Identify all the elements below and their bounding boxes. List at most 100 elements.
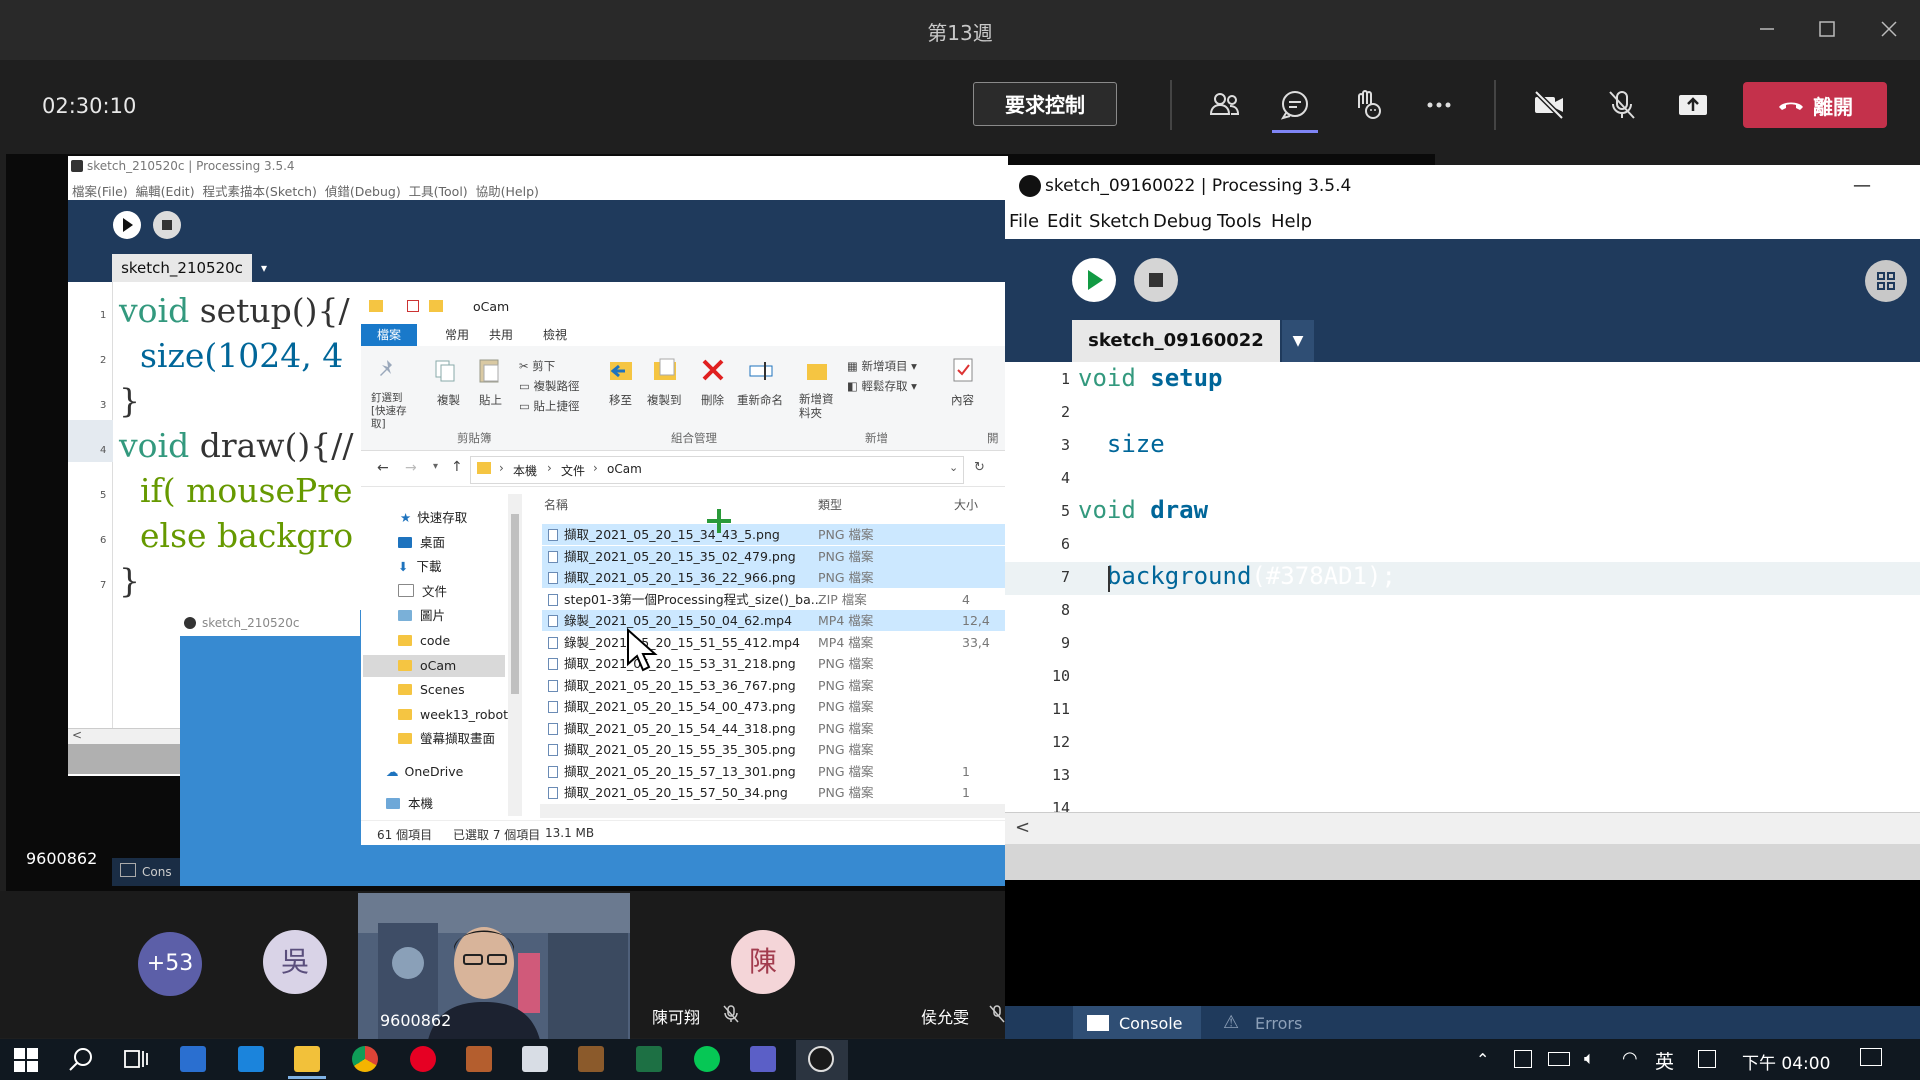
app-icon[interactable] [466,1046,492,1072]
leave-button[interactable]: 離開 [1743,82,1887,128]
taskbar-clock[interactable]: 下午 04:00 [1742,1049,1830,1074]
run-icon[interactable] [112,210,142,240]
errors-tab[interactable]: ⚠ Errors [1211,1006,1331,1039]
file-row[interactable]: 擷取_2021_05_20_15_54_00_473.png PNG 檔案 [542,696,1007,717]
chrome-icon[interactable] [352,1046,378,1072]
file-row[interactable]: 擷取_2021_05_20_15_54_44_318.png PNG 檔案 [542,718,1007,739]
pinterest-icon[interactable] [410,1046,436,1072]
file-row[interactable]: 擷取_2021_05_20_15_53_36_767.png PNG 檔案 [542,675,1007,696]
java-mode-icon[interactable] [1864,259,1908,303]
ime-mode-icon[interactable] [1698,1050,1716,1068]
maximize-icon[interactable] [1812,14,1842,44]
ime-language-indicator[interactable]: 英 [1655,1047,1674,1074]
file-row[interactable]: 擷取_2021_05_20_15_34_43_5.png PNG 檔案 [542,524,1007,545]
participant-avatar[interactable]: 吳 [263,930,327,994]
teams-icon[interactable] [750,1046,776,1072]
file-row[interactable]: 擷取_2021_05_20_15_35_02_479.png PNG 檔案 [542,545,1007,567]
nav-quick-access[interactable]: ★ 快速存取 [400,507,467,529]
line-icon[interactable] [694,1046,720,1072]
forward-icon[interactable]: → [405,460,417,476]
reactions-icon[interactable] [1348,86,1386,124]
address-dropdown-icon[interactable]: ⌄ [949,461,958,474]
easy-access-button[interactable]: ◧ 輕鬆存取 ▾ [847,378,917,394]
app-icon[interactable] [522,1046,548,1072]
shared-console-tab[interactable]: Cons [112,858,190,886]
game-icon[interactable] [578,1046,604,1072]
menu-debug[interactable]: Debug [1153,211,1212,232]
file-row[interactable]: 擷取_2021_05_20_15_57_13_301.png PNG 檔案 1 [542,761,1007,782]
recent-locations-icon[interactable]: ▾ [433,461,438,472]
properties-icon[interactable] [951,356,975,384]
ribbon-tab-share[interactable]: 共用 [489,326,513,343]
task-view-icon[interactable] [122,1047,148,1071]
refresh-icon[interactable]: ↻ [974,460,985,475]
nav-this-pc[interactable]: 本機 [386,793,433,815]
nav-downloads[interactable]: ⬇ 下載 [398,556,442,578]
nav-onedrive[interactable]: ☁ OneDrive [386,761,463,783]
file-row[interactable]: 擷取_2021_05_20_15_55_35_305.png PNG 檔案 [542,739,1007,760]
new-folder-icon[interactable] [429,300,443,312]
breadcrumb-item[interactable]: oCam [607,462,642,476]
mic-off-icon[interactable] [1603,86,1641,124]
local-sketch-tab[interactable]: sketch_09160022 [1072,320,1280,362]
menu-file[interactable]: File [1009,211,1039,232]
file-list-horizontal-scrollbar[interactable] [540,804,1007,818]
more-icon[interactable] [1420,86,1458,124]
breadcrumb-item[interactable]: 本機 [513,462,537,479]
paste-icon[interactable] [477,356,501,384]
participant-avatar[interactable]: 陳 [731,930,795,994]
more-participants-badge[interactable]: +53 [138,932,202,996]
volume-icon[interactable]: 🔈︎ [1584,1048,1595,1069]
column-header-name[interactable]: 名稱 [544,496,568,513]
run-icon[interactable] [1071,257,1117,303]
processing-icon[interactable] [808,1046,834,1072]
file-row[interactable]: step01-3第一個Processing程式_size()_ba... ZIP … [542,589,1007,610]
device-icon[interactable] [1514,1050,1532,1068]
chat-icon[interactable] [1276,86,1314,124]
copy-path-button[interactable]: ▭ 複製路徑 [519,378,580,394]
rename-icon[interactable] [747,356,775,384]
nav-week13-robot[interactable]: week13_robot [398,704,508,726]
camera-off-icon[interactable] [1530,86,1568,124]
show-hidden-icons[interactable]: ⌃ [1476,1050,1489,1069]
battery-icon[interactable] [1548,1052,1570,1066]
menu-tools[interactable]: Tools [1217,211,1261,232]
nav-code[interactable]: code [398,630,450,652]
paste-shortcut-button[interactable]: ▭ 貼上捷徑 [519,398,580,414]
nav-scrollbar[interactable] [508,494,522,816]
nav-documents[interactable]: 文件 [398,581,447,603]
minimize-icon[interactable]: — [1853,175,1871,196]
participant-video[interactable]: 9600862 [358,893,630,1040]
nav-pictures[interactable]: 圖片 [398,605,445,627]
request-control-button[interactable]: 要求控制 [973,82,1117,126]
menu-help[interactable]: Help [1271,211,1312,232]
column-header-size[interactable]: 大小 [954,496,978,513]
share-icon[interactable] [1674,86,1712,124]
copy-to-icon[interactable] [651,356,679,384]
stop-icon[interactable] [152,210,182,240]
address-path[interactable]: › 本機 › 文件 › oCam ⌄ [470,456,964,484]
copy-icon[interactable] [433,358,457,384]
file-row[interactable]: 擷取_2021_05_20_15_57_50_34.png PNG 檔案 1 [542,782,1007,803]
wifi-icon[interactable]: ◠ [1622,1048,1638,1069]
file-explorer-icon[interactable] [294,1046,320,1072]
menu-edit[interactable]: Edit [1047,211,1082,232]
breadcrumb-item[interactable]: 文件 [561,462,585,479]
excel-icon[interactable] [636,1046,662,1072]
participants-icon[interactable] [1205,86,1243,124]
start-icon[interactable] [14,1048,38,1072]
menu-sketch[interactable]: Sketch [1089,211,1150,232]
new-folder-icon[interactable] [805,356,829,384]
file-row[interactable]: 擷取_2021_05_20_15_53_31_218.png PNG 檔案 [542,653,1007,674]
ribbon-tab-home[interactable]: 常用 [445,326,469,343]
mail-icon[interactable] [238,1046,264,1072]
file-row[interactable]: 擷取_2021_05_20_15_36_22_966.png PNG 檔案 [542,567,1007,588]
store-icon[interactable] [180,1046,206,1072]
back-icon[interactable]: ← [377,460,389,476]
nav-ocam[interactable]: oCam [398,655,456,677]
pin-icon[interactable] [375,358,399,382]
local-horizontal-scrollbar[interactable]: < [1005,812,1920,845]
quick-access-icon[interactable] [407,300,419,312]
nav-desktop[interactable]: 桌面 [398,532,445,554]
delete-icon[interactable] [699,356,727,384]
